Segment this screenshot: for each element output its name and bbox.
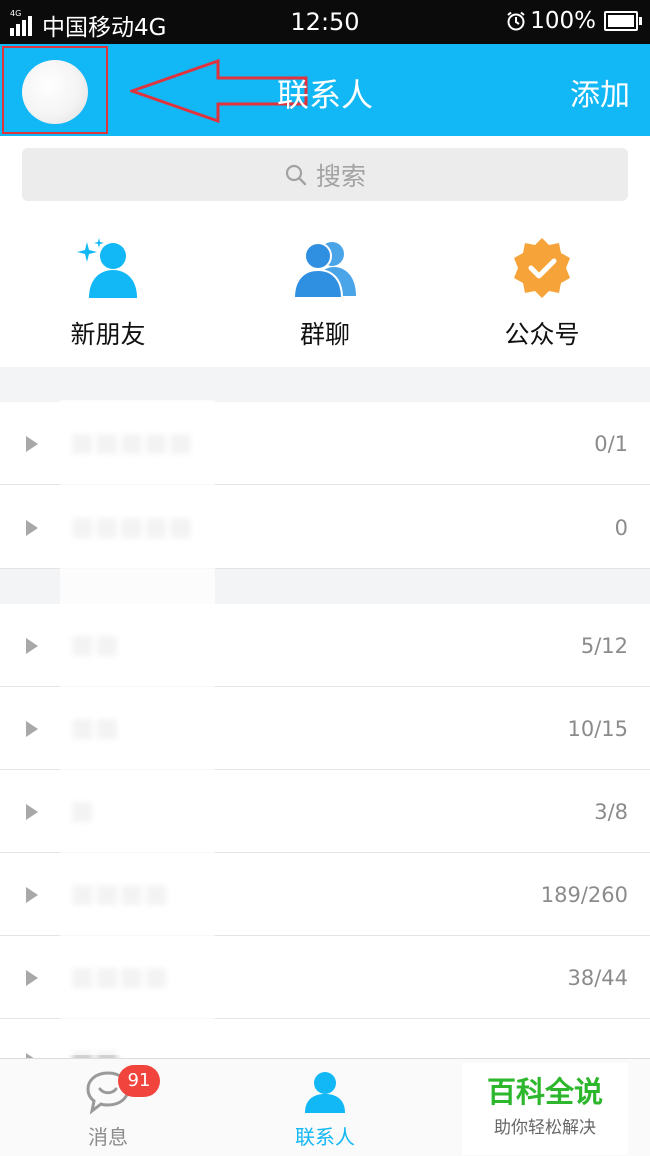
- new-friends-entry[interactable]: 新朋友: [28, 233, 188, 351]
- expand-arrow-icon: [26, 638, 38, 654]
- tab-contacts[interactable]: 联系人: [217, 1059, 433, 1156]
- group-count: 5/12: [580, 634, 628, 658]
- watermark-subtitle: 助你轻松解决: [494, 1118, 596, 1138]
- page-title: 联系人: [276, 76, 373, 114]
- expand-arrow-icon: [26, 970, 38, 986]
- new-friend-icon: [77, 238, 137, 298]
- group-count: 0: [614, 516, 628, 540]
- add-button[interactable]: 添加: [570, 70, 630, 114]
- tab-messages[interactable]: 91 消息: [0, 1059, 216, 1156]
- section-separator: [0, 367, 650, 402]
- search-placeholder: 搜索: [315, 161, 366, 191]
- watermark: 百科全说 助你轻松解决: [462, 1063, 628, 1155]
- expand-arrow-icon: [26, 721, 38, 737]
- group-count: 0/1: [594, 432, 628, 456]
- group-count: 38/44: [567, 966, 628, 990]
- group-chat-entry[interactable]: 群聊: [245, 233, 405, 351]
- official-accounts-label: 公众号: [504, 320, 580, 349]
- tab-messages-label: 消息: [88, 1125, 128, 1149]
- quick-entries: 新朋友 群聊 公众号: [0, 215, 650, 367]
- tab-contacts-label: 联系人: [295, 1125, 355, 1149]
- group-chat-label: 群聊: [299, 320, 350, 349]
- contacts-icon: [305, 1072, 345, 1113]
- app-header: 联系人 添加: [0, 44, 650, 136]
- unread-badge: 91: [118, 1065, 160, 1097]
- official-accounts-entry[interactable]: 公众号: [462, 233, 622, 351]
- official-account-icon: [514, 238, 570, 298]
- group-count: 10/15: [567, 717, 628, 741]
- search-bar[interactable]: 搜索: [22, 148, 628, 201]
- alarm-icon: [507, 11, 525, 31]
- watermark-title: 百科全说: [486, 1075, 603, 1109]
- search-icon: [285, 164, 307, 185]
- expand-arrow-icon: [26, 887, 38, 903]
- status-bar: 4G 中国移动4G 12:50 100%: [0, 0, 650, 44]
- redaction-mask: [60, 400, 215, 1055]
- group-count: 189/260: [540, 883, 628, 907]
- expand-arrow-icon: [26, 436, 38, 452]
- battery-percent: 100%: [530, 8, 596, 34]
- group-chat-icon: [292, 242, 356, 299]
- battery-icon: [604, 11, 642, 31]
- group-count: 3/8: [594, 800, 628, 824]
- expand-arrow-icon: [26, 804, 38, 820]
- new-friends-label: 新朋友: [70, 320, 146, 349]
- expand-arrow-icon: [26, 520, 38, 536]
